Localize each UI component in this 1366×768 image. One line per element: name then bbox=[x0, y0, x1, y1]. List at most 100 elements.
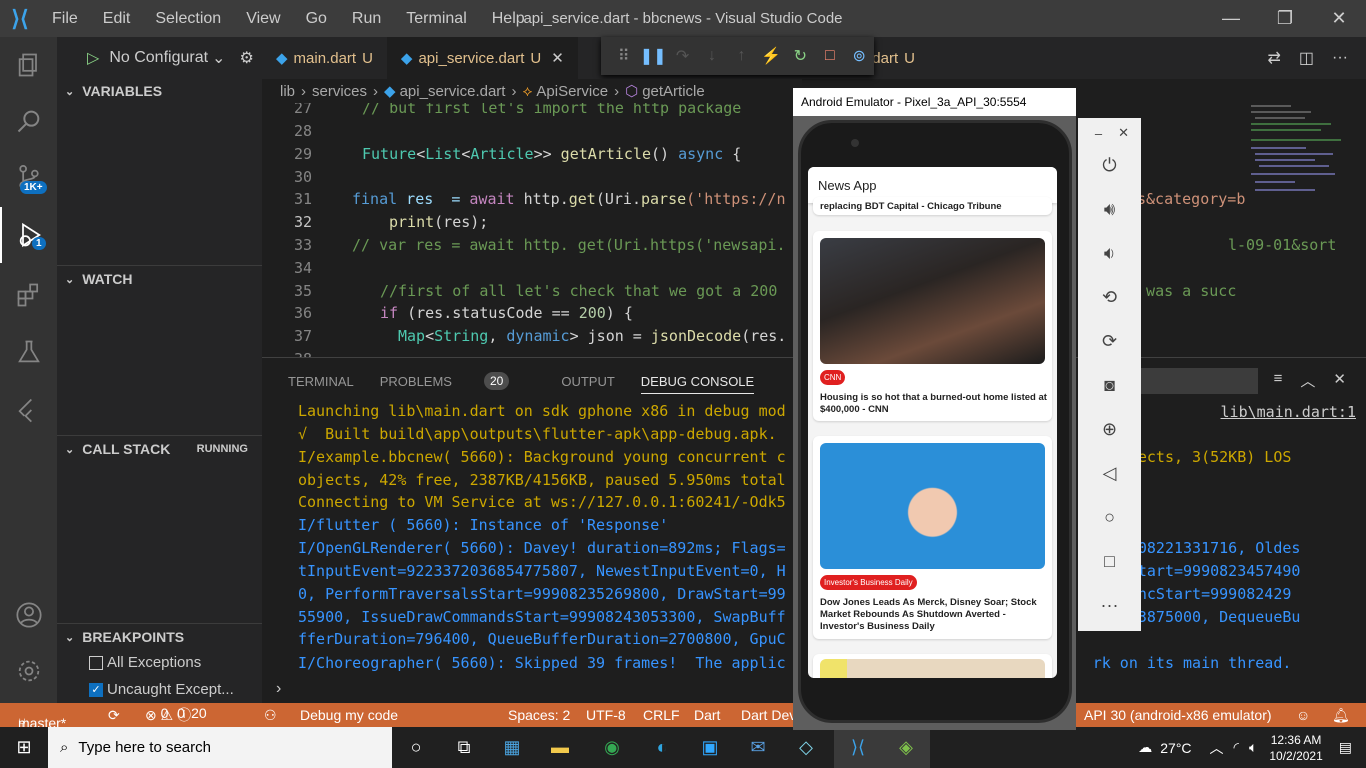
close-window-button[interactable]: ✕ bbox=[1312, 0, 1366, 37]
breadcrumb-lib[interactable]: lib bbox=[280, 83, 295, 100]
action-center-icon[interactable]: ▤ bbox=[1339, 739, 1352, 756]
minimize-button[interactable]: — bbox=[1204, 0, 1258, 37]
weather-cloud-icon[interactable]: ☁ bbox=[1138, 739, 1152, 756]
windows-start-icon[interactable]: ⊞ bbox=[0, 727, 48, 768]
wifi-icon[interactable]: ◜ bbox=[1234, 739, 1239, 756]
watch-section[interactable]: ⌄ WATCH bbox=[57, 267, 262, 291]
problems-status[interactable]: ⊗ 0 ⚠ 0 ⓘ 20 bbox=[145, 705, 207, 725]
maximize-panel-icon[interactable]: ︿ bbox=[1300, 370, 1315, 391]
overview-icon[interactable]: □ bbox=[1078, 546, 1141, 576]
clock[interactable]: 12:36 AM 10/2/2021 bbox=[1269, 732, 1322, 764]
restore-button[interactable]: ❐ bbox=[1258, 0, 1312, 37]
step-out-icon[interactable]: ↑ bbox=[727, 47, 756, 65]
source-control-icon[interactable]: 1K+ bbox=[0, 149, 57, 205]
emulator-title-bar[interactable]: Android Emulator - Pixel_3a_API_30:5554 bbox=[793, 88, 1076, 116]
store-icon[interactable]: ▦ bbox=[488, 727, 536, 768]
stop-icon[interactable]: □ bbox=[815, 47, 844, 65]
taskbar-search[interactable]: ⌕ Type here to search bbox=[48, 727, 392, 768]
language-status[interactable]: Dart bbox=[694, 707, 720, 723]
cortana-icon[interactable]: ○ bbox=[392, 727, 440, 768]
sync-icon[interactable]: ⟳ bbox=[108, 707, 120, 724]
chrome-icon[interactable]: ◉ bbox=[588, 727, 636, 768]
photoshop-icon[interactable]: ▣ bbox=[686, 727, 734, 768]
volume-down-icon[interactable]: 🔉︎ bbox=[1078, 238, 1141, 268]
settings-gear-icon[interactable] bbox=[0, 643, 57, 699]
variables-section[interactable]: ⌄ VARIABLES bbox=[57, 79, 262, 103]
flutter-icon[interactable] bbox=[0, 382, 57, 438]
menu-view[interactable]: View bbox=[234, 10, 293, 28]
emulator-taskbar-icon[interactable]: ◈ bbox=[882, 727, 930, 768]
account-icon[interactable] bbox=[0, 587, 57, 643]
volume-icon[interactable]: 🔈︎ bbox=[1249, 739, 1257, 756]
breadcrumb-services[interactable]: services bbox=[312, 83, 367, 100]
clear-console-icon[interactable]: ≡ bbox=[1274, 370, 1283, 391]
menu-help[interactable]: Help bbox=[480, 10, 538, 28]
debug-config-status[interactable]: Debug my code bbox=[300, 707, 398, 723]
restart-icon[interactable]: ↻ bbox=[786, 46, 815, 66]
news-card[interactable]: CNN Housing is so hot that a burned-out … bbox=[813, 231, 1052, 421]
source-link[interactable]: lib\main.dart:1 bbox=[1221, 403, 1356, 421]
breakpoint-all-exceptions[interactable]: All Exceptions bbox=[89, 654, 201, 671]
vscode-taskbar-icon[interactable]: ⟩⟨ bbox=[834, 727, 882, 768]
screenshot-camera-icon[interactable]: ◙ bbox=[1078, 370, 1141, 400]
checkbox[interactable] bbox=[89, 655, 103, 670]
debug-settings-gear-icon[interactable]: ⚙ bbox=[239, 48, 253, 68]
minimize-icon[interactable]: – bbox=[1095, 126, 1102, 141]
drag-handle-icon[interactable]: ⠿ bbox=[609, 46, 638, 66]
tray-chevron-icon[interactable]: ︿ bbox=[1210, 738, 1224, 758]
open-changes-icon[interactable]: ⇄ bbox=[1267, 48, 1280, 68]
file-explorer-icon[interactable]: ▬ bbox=[536, 727, 584, 768]
filter-input[interactable] bbox=[1138, 368, 1258, 394]
breakpoints-section[interactable]: ⌄ BREAKPOINTS bbox=[57, 625, 262, 649]
tab-problems[interactable]: PROBLEMS 20 bbox=[380, 372, 536, 390]
extensions-icon[interactable] bbox=[0, 267, 57, 323]
menu-terminal[interactable]: Terminal bbox=[394, 10, 479, 28]
testing-icon[interactable] bbox=[0, 324, 57, 380]
step-over-icon[interactable]: ↷ bbox=[668, 46, 697, 66]
explorer-icon[interactable] bbox=[0, 37, 57, 93]
launch-config-select[interactable]: No Configurat bbox=[109, 49, 208, 67]
menu-run[interactable]: Run bbox=[340, 10, 394, 28]
close-tab-icon[interactable]: ✕ bbox=[551, 49, 564, 67]
menu-selection[interactable]: Selection bbox=[143, 10, 234, 28]
news-card[interactable]: Investor's Business Daily Dow Jones Lead… bbox=[813, 436, 1052, 639]
menu-edit[interactable]: Edit bbox=[91, 10, 144, 28]
back-icon[interactable]: ◁ bbox=[1078, 458, 1141, 488]
device-status[interactable]: API 30 (android-x86 emulator) bbox=[1084, 707, 1272, 723]
menu-file[interactable]: File bbox=[40, 10, 91, 28]
step-into-icon[interactable]: ↓ bbox=[697, 47, 726, 65]
start-debugging-icon[interactable]: ▷ bbox=[87, 48, 99, 68]
edge-icon[interactable]: ◐ bbox=[638, 727, 686, 768]
tab-api-service-dart[interactable]: ◆ api_service.dart U ✕ bbox=[386, 37, 578, 79]
volume-up-icon[interactable]: 🔊︎ bbox=[1078, 194, 1141, 224]
more-actions-icon[interactable]: ··· bbox=[1332, 49, 1348, 67]
breakpoint-uncaught-exceptions[interactable]: ✓ Uncaught Except... bbox=[89, 681, 234, 698]
tab-terminal[interactable]: TERMINAL bbox=[288, 374, 354, 389]
more-options-icon[interactable]: ··· bbox=[1078, 590, 1141, 620]
pause-icon[interactable]: ❚❚ bbox=[638, 46, 667, 66]
checkbox-checked[interactable]: ✓ bbox=[89, 682, 103, 697]
rotate-left-icon[interactable]: ⟲ bbox=[1078, 282, 1141, 312]
search-icon[interactable] bbox=[0, 93, 57, 149]
eol-status[interactable]: CRLF bbox=[643, 707, 680, 723]
home-icon[interactable]: ○ bbox=[1078, 502, 1141, 532]
rotate-right-icon[interactable]: ⟳ bbox=[1078, 326, 1141, 356]
zoom-icon[interactable]: ⊕ bbox=[1078, 414, 1141, 444]
app-icon[interactable]: ◇ bbox=[782, 727, 830, 768]
feedback-icon[interactable]: ☺ bbox=[1296, 707, 1310, 723]
breadcrumb-method[interactable]: getArticle bbox=[642, 83, 705, 100]
breadcrumb-file[interactable]: api_service.dart bbox=[400, 83, 506, 100]
indentation-status[interactable]: Spaces: 2 bbox=[508, 707, 570, 723]
temperature[interactable]: 27°C bbox=[1160, 740, 1191, 756]
menu-go[interactable]: Go bbox=[294, 10, 340, 28]
call-stack-section[interactable]: ⌄ CALL STACK RUNNING bbox=[57, 437, 262, 461]
devtools-icon[interactable]: ⊚ bbox=[845, 46, 874, 66]
news-card[interactable] bbox=[813, 654, 1052, 678]
close-icon[interactable]: ✕ bbox=[1118, 125, 1129, 141]
minimap[interactable] bbox=[1245, 103, 1350, 357]
news-card[interactable]: replacing BDT Capital - Chicago Tribune bbox=[813, 197, 1052, 215]
console-prompt-chevron-icon[interactable]: › bbox=[276, 680, 281, 698]
split-editor-icon[interactable]: ◫ bbox=[1299, 48, 1314, 68]
power-icon[interactable]: ⏻ bbox=[1078, 150, 1141, 180]
debug-status-icon[interactable]: ⚇ bbox=[264, 707, 277, 724]
